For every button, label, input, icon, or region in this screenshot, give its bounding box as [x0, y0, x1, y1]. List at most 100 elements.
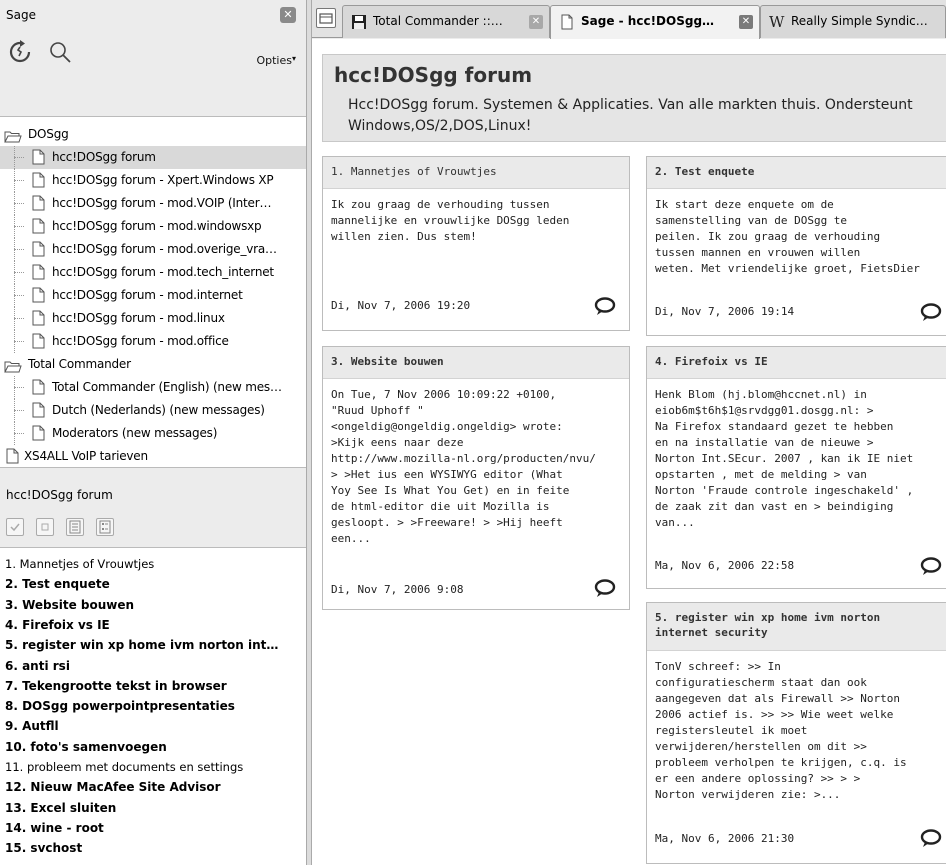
- options-menu[interactable]: Opties▾: [256, 54, 296, 67]
- tab-sage[interactable]: Sage - hcc!DOSgg… ✕: [550, 5, 760, 39]
- tree-connector: [14, 192, 15, 215]
- feed-item-row[interactable]: 1. Mannetjes of Vrouwtjes: [5, 554, 305, 574]
- tree-connector: [14, 238, 15, 261]
- comment-icon[interactable]: [919, 557, 943, 577]
- card-date: Ma, Nov 6, 2006 22:58: [655, 559, 795, 572]
- tree-label: hcc!DOSgg forum - mod.tech_internet: [52, 265, 274, 279]
- tree-feed-item[interactable]: XS4ALL VoIP tarieven: [0, 445, 306, 467]
- list-view-icon[interactable]: [66, 518, 84, 536]
- tree-feed-item[interactable]: hcc!DOSgg forum: [0, 146, 306, 169]
- tree-connector: [14, 307, 15, 330]
- feed-item-row[interactable]: 5. register win xp home ivm norton int…: [5, 635, 305, 655]
- tree-connector: [14, 284, 15, 307]
- tree-label: XS4ALL VoIP tarieven: [24, 449, 148, 463]
- tree-label: Dutch (Nederlands) (new messages): [52, 403, 265, 417]
- card-body-line: verwijderen/herstellen om dit >>: [655, 740, 867, 753]
- tree-label: DOSgg: [28, 127, 69, 141]
- card-title[interactable]: 5. register win xp home ivm norton inter…: [647, 603, 946, 651]
- card-title[interactable]: 2. Test enquete: [647, 157, 946, 189]
- refresh-feeds-icon[interactable]: [8, 40, 32, 64]
- sidebar-close-icon[interactable]: ✕: [280, 7, 296, 23]
- feed-item-row[interactable]: 14. wine - root: [5, 818, 305, 838]
- card-body-line: gesloopt. > >Freeware! > >Hij heeft: [331, 516, 563, 529]
- tab-close-icon[interactable]: ✕: [529, 15, 543, 29]
- feed-item-row[interactable]: 3. Website bouwen: [5, 595, 305, 615]
- feed-item-row[interactable]: 12. Nieuw MacAfee Site Advisor: [5, 777, 305, 797]
- tab-rss-wikipedia[interactable]: W Really Simple Syndic…: [760, 5, 946, 38]
- page-icon: [32, 379, 45, 395]
- tab-close-icon[interactable]: ✕: [739, 15, 753, 29]
- card-body-line: Ik start deze enquete om de: [655, 198, 834, 211]
- tree-label: hcc!DOSgg forum: [52, 150, 156, 164]
- comment-icon[interactable]: [593, 579, 617, 599]
- feed-item-row[interactable]: 13. Excel sluiten: [5, 798, 305, 818]
- feed-title[interactable]: hcc!DOSgg forum: [334, 63, 532, 87]
- card-body-line: 2006 actief is. >> >> Wie weet welke: [655, 708, 894, 721]
- tree-folder[interactable]: Total Commander: [0, 353, 306, 376]
- page-icon: [32, 172, 45, 188]
- sidebar-header: Sage ✕: [0, 0, 306, 30]
- card-body-line: Norton verwijderen zie: >...: [655, 788, 841, 801]
- tree-connector: [14, 169, 15, 192]
- tree-feed-item[interactable]: hcc!DOSgg forum - Xpert.Windows XP: [0, 169, 306, 192]
- detail-view-icon[interactable]: [96, 518, 114, 536]
- feed-item-row[interactable]: 15. svchost: [5, 838, 305, 858]
- card-body-line: probleem verholpen te krijgen, c.q. is: [655, 756, 907, 769]
- feed-header: hcc!DOSgg forum Hcc!DOSgg forum. Systeme…: [322, 54, 946, 142]
- search-icon[interactable]: [48, 40, 72, 64]
- mark-all-read-icon[interactable]: [36, 518, 54, 536]
- tab-bar: Total Commander ::… ✕ Sage - hcc!DOSgg… …: [312, 0, 946, 39]
- folder-open-icon: [4, 128, 22, 143]
- tree-connector: [14, 399, 15, 422]
- mark-read-checkbox-icon[interactable]: [6, 518, 24, 536]
- feed-item-row[interactable]: 7. Tekengrootte tekst in browser: [5, 676, 305, 696]
- card-body-line: en na installatie van de nieuwe >: [655, 436, 874, 449]
- feed-item-row[interactable]: 9. Autfll: [5, 716, 305, 736]
- card-title[interactable]: 1. Mannetjes of Vrouwtjes: [323, 157, 629, 189]
- tree-feed-item[interactable]: hcc!DOSgg forum - mod.overige_vra…: [0, 238, 306, 261]
- feed-item-card: 1. Mannetjes of Vrouwtjes Ik zou graag d…: [322, 156, 630, 331]
- tree-connector: [14, 249, 24, 250]
- tree-feed-item[interactable]: hcc!DOSgg forum - mod.linux: [0, 307, 306, 330]
- new-tab-icon[interactable]: [316, 8, 336, 28]
- feed-item-row[interactable]: 6. anti rsi: [5, 656, 305, 676]
- tree-feed-item[interactable]: Moderators (new messages): [0, 422, 306, 445]
- tree-label: hcc!DOSgg forum - mod.windowsxp: [52, 219, 262, 233]
- items-toolbar: [6, 518, 306, 540]
- page-icon: [559, 14, 575, 30]
- feed-item-row[interactable]: 8. DOSgg powerpointpresentaties: [5, 696, 305, 716]
- card-title[interactable]: 3. Website bouwen: [323, 347, 629, 379]
- tab-total-commander[interactable]: Total Commander ::… ✕: [342, 5, 550, 38]
- card-title[interactable]: 4. Firefoix vs IE: [647, 347, 946, 379]
- feed-item-row[interactable]: 4. Firefoix vs IE: [5, 615, 305, 635]
- comment-icon[interactable]: [919, 829, 943, 849]
- page-icon: [32, 218, 45, 234]
- page-icon: [32, 264, 45, 280]
- page-icon: [6, 448, 19, 464]
- tab-label: Sage - hcc!DOSgg…: [581, 14, 715, 28]
- tree-feed-item[interactable]: Total Commander (English) (new mes…: [0, 376, 306, 399]
- page-icon: [32, 195, 45, 211]
- tree-feed-item[interactable]: Dutch (Nederlands) (new messages): [0, 399, 306, 422]
- feed-item-row[interactable]: 10. foto's samenvoegen: [5, 737, 305, 757]
- feed-item-row[interactable]: 2. Test enquete: [5, 574, 305, 594]
- tree-feed-item[interactable]: hcc!DOSgg forum - mod.windowsxp: [0, 215, 306, 238]
- feed-item-row[interactable]: 11. probleem met documents en settings: [5, 757, 305, 777]
- tree-connector: [14, 330, 15, 353]
- page-icon: [32, 149, 45, 165]
- tree-feed-item[interactable]: hcc!DOSgg forum - mod.VOIP (Inter…: [0, 192, 306, 215]
- card-body: Henk Blom (hj.blom@hccnet.nl) in eiob6m$…: [655, 387, 946, 531]
- tree-connector: [14, 422, 15, 445]
- tree-feed-item[interactable]: hcc!DOSgg forum - mod.tech_internet: [0, 261, 306, 284]
- card-body-line: TonV schreef: >> In: [655, 660, 781, 673]
- card-body-line: Norton Int.SEcur. 2007 , kan ik IE niet: [655, 452, 914, 465]
- tree-folder[interactable]: DOSgg: [0, 123, 306, 146]
- comment-icon[interactable]: [919, 303, 943, 323]
- feed-item-card: 3. Website bouwen On Tue, 7 Nov 2006 10:…: [322, 346, 630, 610]
- tree-feed-item[interactable]: hcc!DOSgg forum - mod.internet: [0, 284, 306, 307]
- tree-connector: [14, 203, 24, 204]
- tree-feed-item[interactable]: hcc!DOSgg forum - mod.office: [0, 330, 306, 353]
- tree-connector: [14, 157, 24, 158]
- feed-item-card: 4. Firefoix vs IE Henk Blom (hj.blom@hcc…: [646, 346, 946, 589]
- comment-icon[interactable]: [593, 297, 617, 317]
